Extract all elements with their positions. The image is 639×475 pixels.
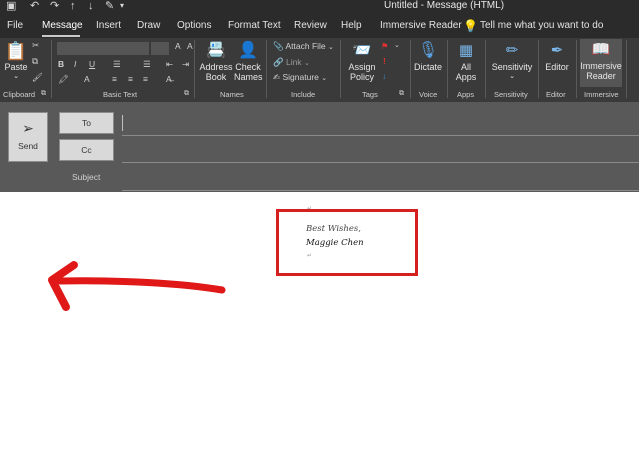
annotation-arrow [48,261,226,311]
arrow-head [48,261,78,311]
arrow-shaft [56,277,226,294]
